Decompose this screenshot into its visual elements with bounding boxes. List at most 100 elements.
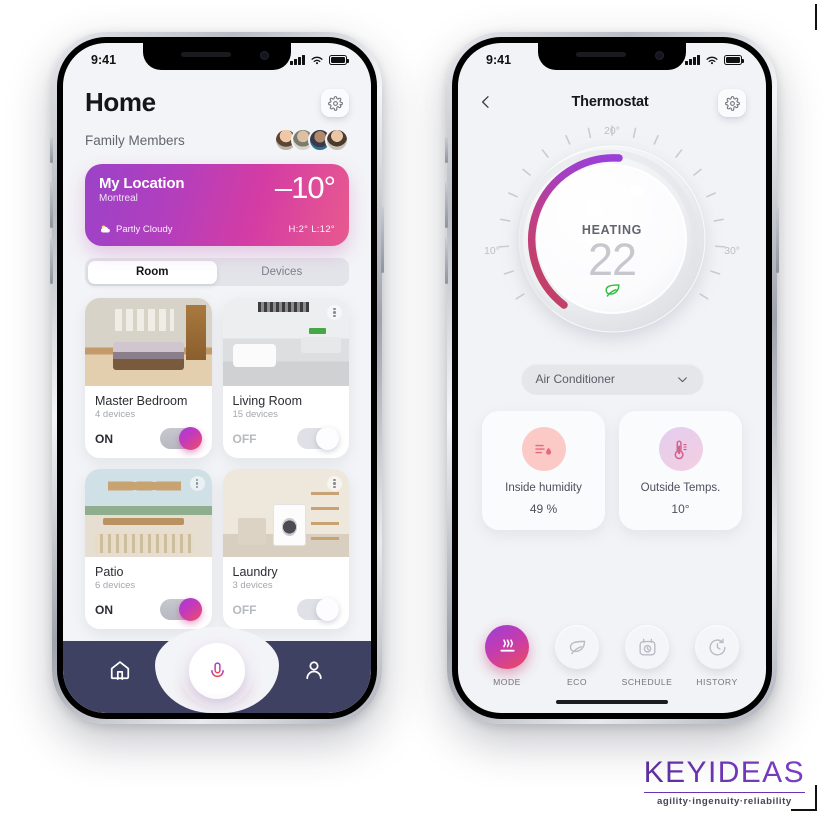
room-name: Laundry	[232, 565, 278, 579]
battery-icon	[329, 55, 350, 65]
room-card-master-bedroom[interactable]: Master Bedroom 4 devices ON	[85, 298, 212, 458]
home-indicator[interactable]	[556, 700, 668, 704]
stat-card-inside-humidity[interactable]: Inside humidity 49 %	[482, 411, 605, 530]
room-device-count: 15 devices	[232, 409, 278, 420]
power-button[interactable]	[381, 207, 384, 273]
mute-switch[interactable]	[50, 137, 53, 163]
volume-down-button[interactable]	[445, 238, 448, 284]
voice-assistant-button[interactable]	[189, 643, 245, 699]
tab-mode[interactable]: MODE	[479, 625, 535, 687]
microphone-icon	[210, 661, 224, 680]
mute-switch[interactable]	[445, 137, 448, 163]
device-selector-dropdown[interactable]: Air Conditioner	[520, 363, 704, 395]
settings-button[interactable]	[321, 89, 349, 117]
cellular-signal-icon	[685, 55, 700, 65]
phone-mockup-thermostat: 9:41 Thermostat 10° 30° HEATING 22 Air C…	[445, 32, 779, 724]
volume-up-button[interactable]	[445, 182, 448, 228]
tab-label: HISTORY	[696, 677, 738, 687]
leaf-icon	[569, 640, 585, 654]
bottom-navigation-bar	[63, 627, 371, 713]
room-name: Patio	[95, 565, 124, 579]
room-card-patio[interactable]: Patio 6 devices ON	[85, 469, 212, 629]
tab-history[interactable]: HISTORY	[689, 625, 745, 687]
tab-devices[interactable]: Devices	[217, 261, 347, 284]
brand-divider	[643, 791, 805, 793]
room-options-button[interactable]	[327, 476, 342, 491]
room-power-toggle[interactable]	[159, 427, 202, 450]
home-screen: 9:41 Home Family Members My Location Mon…	[63, 43, 371, 713]
phone-bezel: 9:41 Thermostat 10° 30° HEATING 22 Air C…	[452, 37, 772, 719]
dial-readout: HEATING 22	[547, 223, 677, 305]
stat-value: 49 %	[529, 502, 558, 516]
room-options-button[interactable]	[189, 305, 205, 320]
room-power-toggle[interactable]	[159, 598, 202, 621]
crop-mark-bottom-right-v	[815, 785, 817, 811]
room-photo	[222, 298, 349, 386]
front-camera	[655, 51, 664, 60]
view-toggle[interactable]: Room Devices	[85, 258, 349, 286]
eco-indicator	[547, 281, 677, 305]
chevron-down-icon	[677, 376, 687, 382]
humidity-icon	[535, 444, 552, 455]
room-device-count: 6 devices	[95, 580, 136, 591]
room-device-count: 3 devices	[232, 580, 273, 591]
room-options-button[interactable]	[189, 476, 205, 491]
room-options-button[interactable]	[327, 305, 342, 320]
room-name: Living Room	[232, 394, 302, 408]
thermostat-dial[interactable]: 20° 10° 30°	[478, 121, 746, 353]
phone-mockup-home: 9:41 Home Family Members My Location Mon…	[50, 32, 384, 724]
settings-button[interactable]	[718, 89, 746, 117]
wifi-icon	[706, 56, 718, 64]
thermostat-screen: 9:41 Thermostat 10° 30° HEATING 22 Air C…	[458, 43, 766, 713]
dial-temperature-value: 22	[587, 234, 637, 285]
storage-decor	[237, 518, 266, 545]
leaf-icon	[604, 284, 620, 297]
family-members-row: Family Members	[85, 128, 349, 152]
room-power-toggle[interactable]	[297, 427, 339, 450]
thermostat-content: Thermostat 20° 10° 30°	[458, 43, 766, 713]
room-state-label: OFF	[232, 431, 257, 446]
room-power-toggle[interactable]	[297, 598, 339, 621]
room-state-label: ON	[95, 602, 113, 617]
tab-eco[interactable]: ECO	[549, 625, 605, 687]
rooms-grid: Master Bedroom 4 devices ON Living Room …	[85, 298, 349, 629]
heat-waves-icon	[499, 638, 515, 652]
weather-temperature: –10°	[274, 170, 336, 205]
family-avatars[interactable]	[274, 128, 349, 152]
clock-arrow-icon	[708, 638, 726, 656]
plant-decor	[308, 327, 327, 335]
page-title: Thermostat	[571, 94, 649, 110]
tab-room[interactable]: Room	[87, 260, 217, 284]
home-icon[interactable]	[109, 659, 131, 681]
stat-cards: Inside humidity 49 % Outside Temps. 10°	[478, 411, 746, 530]
room-card-laundry[interactable]: Laundry 3 devices OFF	[222, 469, 349, 629]
crop-mark-top-right	[815, 4, 817, 30]
volume-up-button[interactable]	[50, 182, 53, 228]
room-name: Master Bedroom	[95, 394, 188, 408]
stat-label: Inside humidity	[505, 482, 582, 494]
stat-card-outside-temps[interactable]: Outside Temps. 10°	[619, 411, 742, 530]
weather-card[interactable]: My Location Montreal –10° Partly Cloudy	[85, 164, 349, 246]
back-button[interactable]	[478, 94, 502, 110]
tab-schedule[interactable]: SCHEDULE	[619, 625, 675, 687]
room-state-label: ON	[95, 431, 113, 446]
battery-icon	[724, 55, 745, 65]
power-button[interactable]	[776, 207, 779, 273]
earpiece-speaker	[181, 52, 231, 57]
home-header: Home	[85, 87, 349, 118]
avatar[interactable]	[325, 128, 349, 152]
room-photo	[222, 469, 349, 557]
thermometer-icon	[674, 439, 687, 459]
tab-label: MODE	[493, 677, 521, 687]
pendant-lamps-decor	[107, 477, 182, 494]
tab-label: SCHEDULE	[621, 677, 673, 687]
volume-down-button[interactable]	[50, 238, 53, 284]
page-canvas: 9:41 Home Family Members My Location Mon…	[0, 0, 827, 827]
thermostat-tab-bar: MODE ECO SCHEDULE HISTORY	[458, 625, 766, 687]
page-title: Home	[85, 87, 156, 117]
partly-cloudy-icon	[100, 225, 110, 233]
notch	[538, 43, 686, 70]
person-icon[interactable]	[303, 659, 325, 681]
crop-mark-bottom-right-h	[791, 809, 817, 811]
room-card-living-room[interactable]: Living Room 15 devices OFF	[222, 298, 349, 458]
